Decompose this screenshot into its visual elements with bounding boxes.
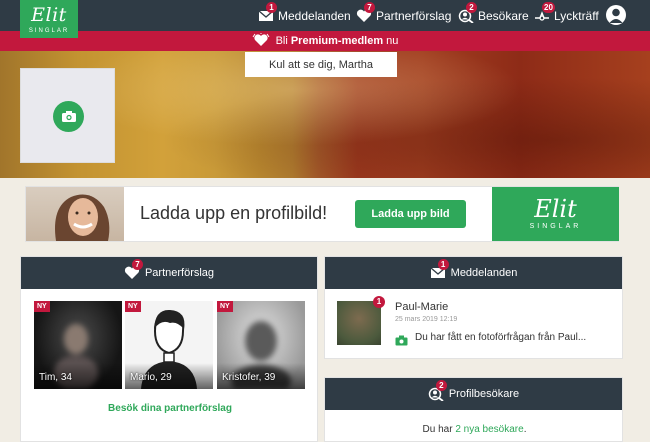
messages-card: 1 Meddelanden 1 Paul-Marie 25 mars 2019 …: [324, 256, 623, 359]
new-visitors-link[interactable]: 2 nya besökare: [455, 424, 523, 435]
camera-icon[interactable]: [53, 101, 84, 132]
premium-icon: [252, 32, 270, 50]
envelope-icon: 1: [430, 259, 449, 280]
profile-visitors-card: 2 Profilbesökare Du har 2 nya besökare.: [324, 377, 623, 442]
visitors-icon: 2: [458, 1, 477, 24]
welcome-message: Kul att se dig, Martha: [245, 52, 397, 77]
nav-besokare[interactable]: 2 Besökare: [458, 0, 529, 31]
photo-request-icon: [395, 333, 408, 351]
nav-label: Besökare: [478, 8, 529, 23]
upload-photo-button[interactable]: Ladda upp bild: [355, 200, 466, 228]
premium-suffix: nu: [386, 35, 399, 47]
match-name: Mario, 29: [130, 372, 172, 383]
upload-photo-banner: Ladda upp en profilbild! Ladda upp bild …: [25, 186, 619, 242]
partner-suggestions-card: 7 Partnerförslag NY Tim, 34 NY Mario, 29…: [20, 256, 318, 442]
message-date: 25 mars 2019 12:19: [395, 316, 458, 323]
banner-woman-photo: [26, 187, 124, 241]
match-name: Tim, 34: [39, 372, 72, 383]
partner-badge: 7: [131, 259, 143, 270]
nav-badge: 20: [542, 1, 555, 13]
heart-icon: 7: [124, 259, 143, 280]
visitors-badge: 2: [435, 380, 447, 391]
message-unread-badge: 1: [373, 296, 385, 308]
sender-avatar[interactable]: [337, 301, 381, 345]
nav-meddelanden[interactable]: 1 Meddelanden: [258, 0, 351, 31]
profile-picture-placeholder[interactable]: [20, 68, 115, 163]
banner-logo-script: Elit: [534, 195, 577, 223]
nav-label: Partnerförslag: [376, 8, 452, 23]
partner-card-header[interactable]: 7 Partnerförslag: [21, 257, 317, 289]
visitors-icon: 2: [428, 380, 447, 402]
nav-badge: 2: [466, 1, 477, 13]
banner-elit-logo: Elit SINGLAR: [492, 187, 619, 241]
messages-card-header[interactable]: 1 Meddelanden: [325, 257, 622, 289]
visitors-card-title: Profilbesökare: [448, 388, 520, 400]
lucky-match-icon: 20: [534, 1, 555, 23]
envelope-icon: 1: [258, 1, 277, 23]
heart-icon: 7: [356, 1, 375, 23]
new-badge: NY: [34, 301, 50, 312]
nav-badge: 1: [266, 1, 277, 13]
banner-logo-sub: SINGLAR: [529, 223, 582, 230]
visitors-card-header[interactable]: 2 Profilbesökare: [325, 378, 622, 410]
premium-prefix: Bli: [275, 35, 288, 47]
partner-card-title: Partnerförslag: [144, 267, 215, 279]
sender-name[interactable]: Paul-Marie: [395, 301, 448, 313]
new-badge: NY: [217, 301, 233, 312]
premium-banner[interactable]: Bli Premium-medlem nu: [0, 31, 650, 51]
nav-lycktraff[interactable]: 20 Lyckträff: [534, 0, 599, 31]
logo-script: Elit: [31, 4, 67, 26]
match-name: Kristofer, 39: [222, 372, 276, 383]
match-card-kristofer[interactable]: NY Kristofer, 39: [217, 301, 305, 389]
visitors-summary: Du har 2 nya besökare.: [325, 424, 624, 435]
visitors-text-prefix: Du har: [422, 424, 453, 435]
nav-badge: 7: [364, 1, 375, 13]
match-card-tim[interactable]: NY Tim, 34: [34, 301, 122, 389]
new-badge: NY: [125, 301, 141, 312]
user-avatar-icon[interactable]: [606, 5, 626, 25]
messages-card-title: Meddelanden: [450, 267, 518, 279]
match-card-mario[interactable]: NY Mario, 29: [125, 301, 213, 389]
banner-text: Ladda upp en profilbild!: [140, 203, 328, 223]
elit-logo[interactable]: Elit SINGLAR: [20, 0, 78, 38]
visit-partner-suggestions-link[interactable]: Besök dina partnerförslag: [21, 403, 319, 414]
premium-highlight: Premium-medlem: [290, 35, 384, 47]
nav-label: Meddelanden: [278, 8, 351, 23]
visitors-text-suffix: .: [523, 424, 527, 435]
messages-badge: 1: [437, 259, 449, 270]
message-preview[interactable]: Du har fått en fotoförfrågan från Paul..…: [415, 332, 586, 343]
nav-partnerforslag[interactable]: 7 Partnerförslag: [356, 0, 451, 31]
nav-label: Lyckträff: [554, 8, 599, 23]
logo-sub: SINGLAR: [28, 28, 70, 34]
